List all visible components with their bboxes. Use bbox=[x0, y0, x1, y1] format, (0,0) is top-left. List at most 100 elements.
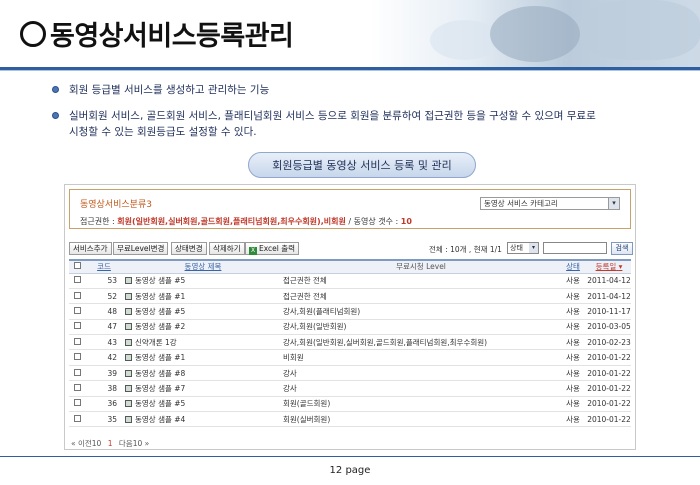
row-checkbox[interactable] bbox=[73, 368, 81, 376]
row-checkbox[interactable] bbox=[73, 322, 81, 330]
chevron-down-icon: ▾ bbox=[608, 198, 619, 209]
table-row[interactable]: 43 신약개론 1강 강사,회원(일반회원,실버회원,골드회원,플래티넘회원,최우수… bbox=[69, 334, 631, 351]
free-level-button[interactable]: 무료Level변경 bbox=[113, 242, 169, 255]
code-header[interactable]: 코드 bbox=[85, 259, 123, 274]
page-number: 12 page bbox=[329, 465, 371, 476]
search-button[interactable]: 검색 bbox=[611, 242, 633, 255]
row-status: 사용 bbox=[559, 349, 587, 366]
row-checkbox-cell bbox=[69, 349, 85, 366]
row-checkbox-cell bbox=[69, 334, 85, 351]
row-date: 2010-11-17 bbox=[587, 303, 631, 320]
row-checkbox[interactable] bbox=[73, 306, 81, 314]
record-count: 전체 : 10개 , 현재 1/1 bbox=[429, 245, 502, 254]
row-code: 38 bbox=[85, 380, 123, 397]
bullet-text-line: 실버회원 서비스, 골드회원 서비스, 플래티넘회원 서비스 등으로 회원을 분… bbox=[69, 110, 596, 122]
row-checkbox-cell bbox=[69, 396, 85, 413]
status-header[interactable]: 상태 bbox=[559, 259, 587, 274]
title-header[interactable]: 동영상 제목 bbox=[123, 259, 283, 274]
header-photo bbox=[370, 0, 700, 68]
table-row[interactable]: 35 동영상 샘플 #4 회원(실버회원) 사용 2010-01-22 bbox=[69, 411, 631, 428]
row-title[interactable]: 동영상 샘플 #5 bbox=[135, 399, 185, 408]
row-title-cell: 신약개론 1강 bbox=[123, 334, 283, 351]
status-select[interactable]: 상태 ▾ bbox=[507, 242, 539, 254]
header-banner: 동영상서비스등록관리 bbox=[0, 0, 700, 68]
row-level: 접근권한 전체 bbox=[283, 273, 559, 289]
row-checkbox-cell bbox=[69, 273, 85, 289]
pager-next[interactable]: 다음10 » bbox=[119, 439, 149, 448]
table-row[interactable]: 36 동영상 샘플 #5 회원(골드회원) 사용 2010-01-22 bbox=[69, 396, 631, 413]
chevron-down-icon: ▾ bbox=[529, 243, 538, 253]
row-checkbox[interactable] bbox=[73, 353, 81, 361]
pagination: « 이전10 1 다음10 » bbox=[71, 438, 149, 449]
video-icon bbox=[125, 384, 132, 392]
row-title-cell: 동영상 샘플 #1 bbox=[123, 288, 283, 305]
header-divider-light bbox=[0, 70, 700, 71]
row-code: 53 bbox=[85, 273, 123, 289]
row-checkbox[interactable] bbox=[73, 383, 81, 391]
table-row[interactable]: 38 동영상 샘플 #7 강사 사용 2010-01-22 bbox=[69, 380, 631, 397]
category-select-value: 동영상 서비스 카테고리 bbox=[484, 199, 558, 208]
row-title[interactable]: 동영상 샘플 #8 bbox=[135, 369, 185, 378]
row-level: 회원(골드회원) bbox=[283, 396, 559, 413]
toolbar: 서비스추가 무료Level변경 상태변경 삭제하기 X Excel 출력 전체 :… bbox=[69, 242, 633, 256]
row-level: 비회원 bbox=[283, 349, 559, 366]
footer-divider bbox=[0, 456, 700, 457]
video-icon bbox=[125, 400, 132, 408]
video-icon bbox=[125, 369, 132, 377]
row-checkbox-cell bbox=[69, 411, 85, 428]
row-title[interactable]: 동영상 샘플 #5 bbox=[135, 276, 185, 285]
category-box: 동영상서비스분류3 동영상 서비스 카테고리 ▾ 접근권한 : 회원(일반회원,… bbox=[69, 189, 631, 229]
row-title[interactable]: 동영상 샘플 #1 bbox=[135, 353, 185, 362]
excel-export-label: Excel 출력 bbox=[259, 244, 296, 253]
table-row[interactable]: 52 동영상 샘플 #1 접근권한 전체 사용 2011-04-12 bbox=[69, 288, 631, 305]
excel-export-button[interactable]: X Excel 출력 bbox=[245, 242, 300, 255]
row-code: 35 bbox=[85, 411, 123, 428]
table-row[interactable]: 48 동영상 샘플 #5 강사,회원(플래티넘회원) 사용 2010-11-17 bbox=[69, 303, 631, 320]
select-all-header bbox=[69, 259, 85, 274]
table-row[interactable]: 42 동영상 샘플 #1 비회원 사용 2010-01-22 bbox=[69, 349, 631, 366]
row-code: 39 bbox=[85, 365, 123, 382]
category-title: 동영상서비스분류3 bbox=[80, 200, 152, 210]
row-status: 사용 bbox=[559, 396, 587, 413]
row-date: 2010-01-22 bbox=[587, 380, 631, 397]
row-status: 사용 bbox=[559, 273, 587, 289]
row-title[interactable]: 동영상 샘플 #5 bbox=[135, 307, 185, 316]
service-panel: 동영상서비스분류3 동영상 서비스 카테고리 ▾ 접근권한 : 회원(일반회원,… bbox=[64, 184, 636, 450]
table-row[interactable]: 47 동영상 샘플 #2 강사,회원(일반회원) 사용 2010-03-05 bbox=[69, 319, 631, 336]
status-change-button[interactable]: 상태변경 bbox=[171, 242, 207, 255]
sort-down-icon: ▾ bbox=[618, 262, 623, 272]
row-title-cell: 동영상 샘플 #1 bbox=[123, 349, 283, 366]
row-title-cell: 동영상 샘플 #5 bbox=[123, 396, 283, 413]
add-service-button[interactable]: 서비스추가 bbox=[69, 242, 112, 255]
row-checkbox[interactable] bbox=[73, 276, 81, 284]
search-input[interactable] bbox=[543, 242, 607, 254]
row-code: 52 bbox=[85, 288, 123, 305]
delete-button[interactable]: 삭제하기 bbox=[209, 242, 245, 255]
row-checkbox[interactable] bbox=[73, 291, 81, 299]
section-pill: 회원등급별 동영상 서비스 등록 및 관리 bbox=[248, 152, 476, 178]
row-status: 사용 bbox=[559, 288, 587, 305]
row-title[interactable]: 동영상 샘플 #1 bbox=[135, 292, 185, 301]
bullet-text-line: 시청할 수 있는 회원등급도 설정할 수 있다. bbox=[69, 126, 257, 138]
row-checkbox[interactable] bbox=[73, 337, 81, 345]
row-title[interactable]: 동영상 샘플 #7 bbox=[135, 384, 185, 393]
row-checkbox-cell bbox=[69, 365, 85, 382]
select-all-checkbox[interactable] bbox=[73, 262, 81, 270]
row-status: 사용 bbox=[559, 334, 587, 351]
row-checkbox[interactable] bbox=[73, 399, 81, 407]
row-date: 2011-04-12 bbox=[587, 273, 631, 289]
pager-current[interactable]: 1 bbox=[108, 439, 113, 448]
bullet-dot-icon bbox=[52, 86, 59, 93]
row-checkbox[interactable] bbox=[73, 414, 81, 422]
row-level: 강사,회원(플래티넘회원) bbox=[283, 303, 559, 320]
row-date: 2010-02-23 bbox=[587, 334, 631, 351]
row-title[interactable]: 동영상 샘플 #2 bbox=[135, 322, 185, 331]
table-row[interactable]: 39 동영상 샘플 #8 강사 사용 2010-01-22 bbox=[69, 365, 631, 382]
row-title[interactable]: 신약개론 1강 bbox=[135, 338, 177, 347]
table-row[interactable]: 53 동영상 샘플 #5 접근권한 전체 사용 2011-04-12 bbox=[69, 273, 631, 289]
pager-prev[interactable]: « 이전10 bbox=[71, 439, 101, 448]
row-title[interactable]: 동영상 샘플 #4 bbox=[135, 415, 185, 424]
category-select[interactable]: 동영상 서비스 카테고리 ▾ bbox=[480, 197, 620, 210]
row-date: 2011-04-12 bbox=[587, 288, 631, 305]
date-header[interactable]: 등록일 ▾ bbox=[587, 259, 631, 274]
